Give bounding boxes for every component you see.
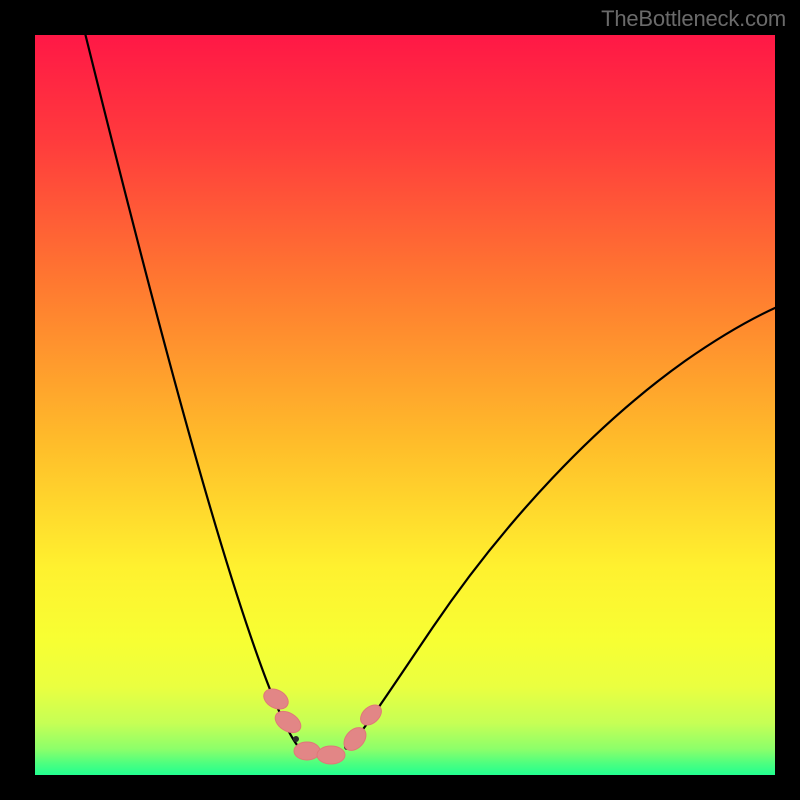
plot-area xyxy=(35,35,775,775)
curve-right xyxy=(349,307,775,747)
watermark-text: TheBottleneck.com xyxy=(601,6,786,32)
curve-layer xyxy=(35,35,775,775)
chart-frame: TheBottleneck.com xyxy=(0,0,800,800)
minimum-beads xyxy=(260,685,385,764)
curve-left xyxy=(83,35,297,745)
